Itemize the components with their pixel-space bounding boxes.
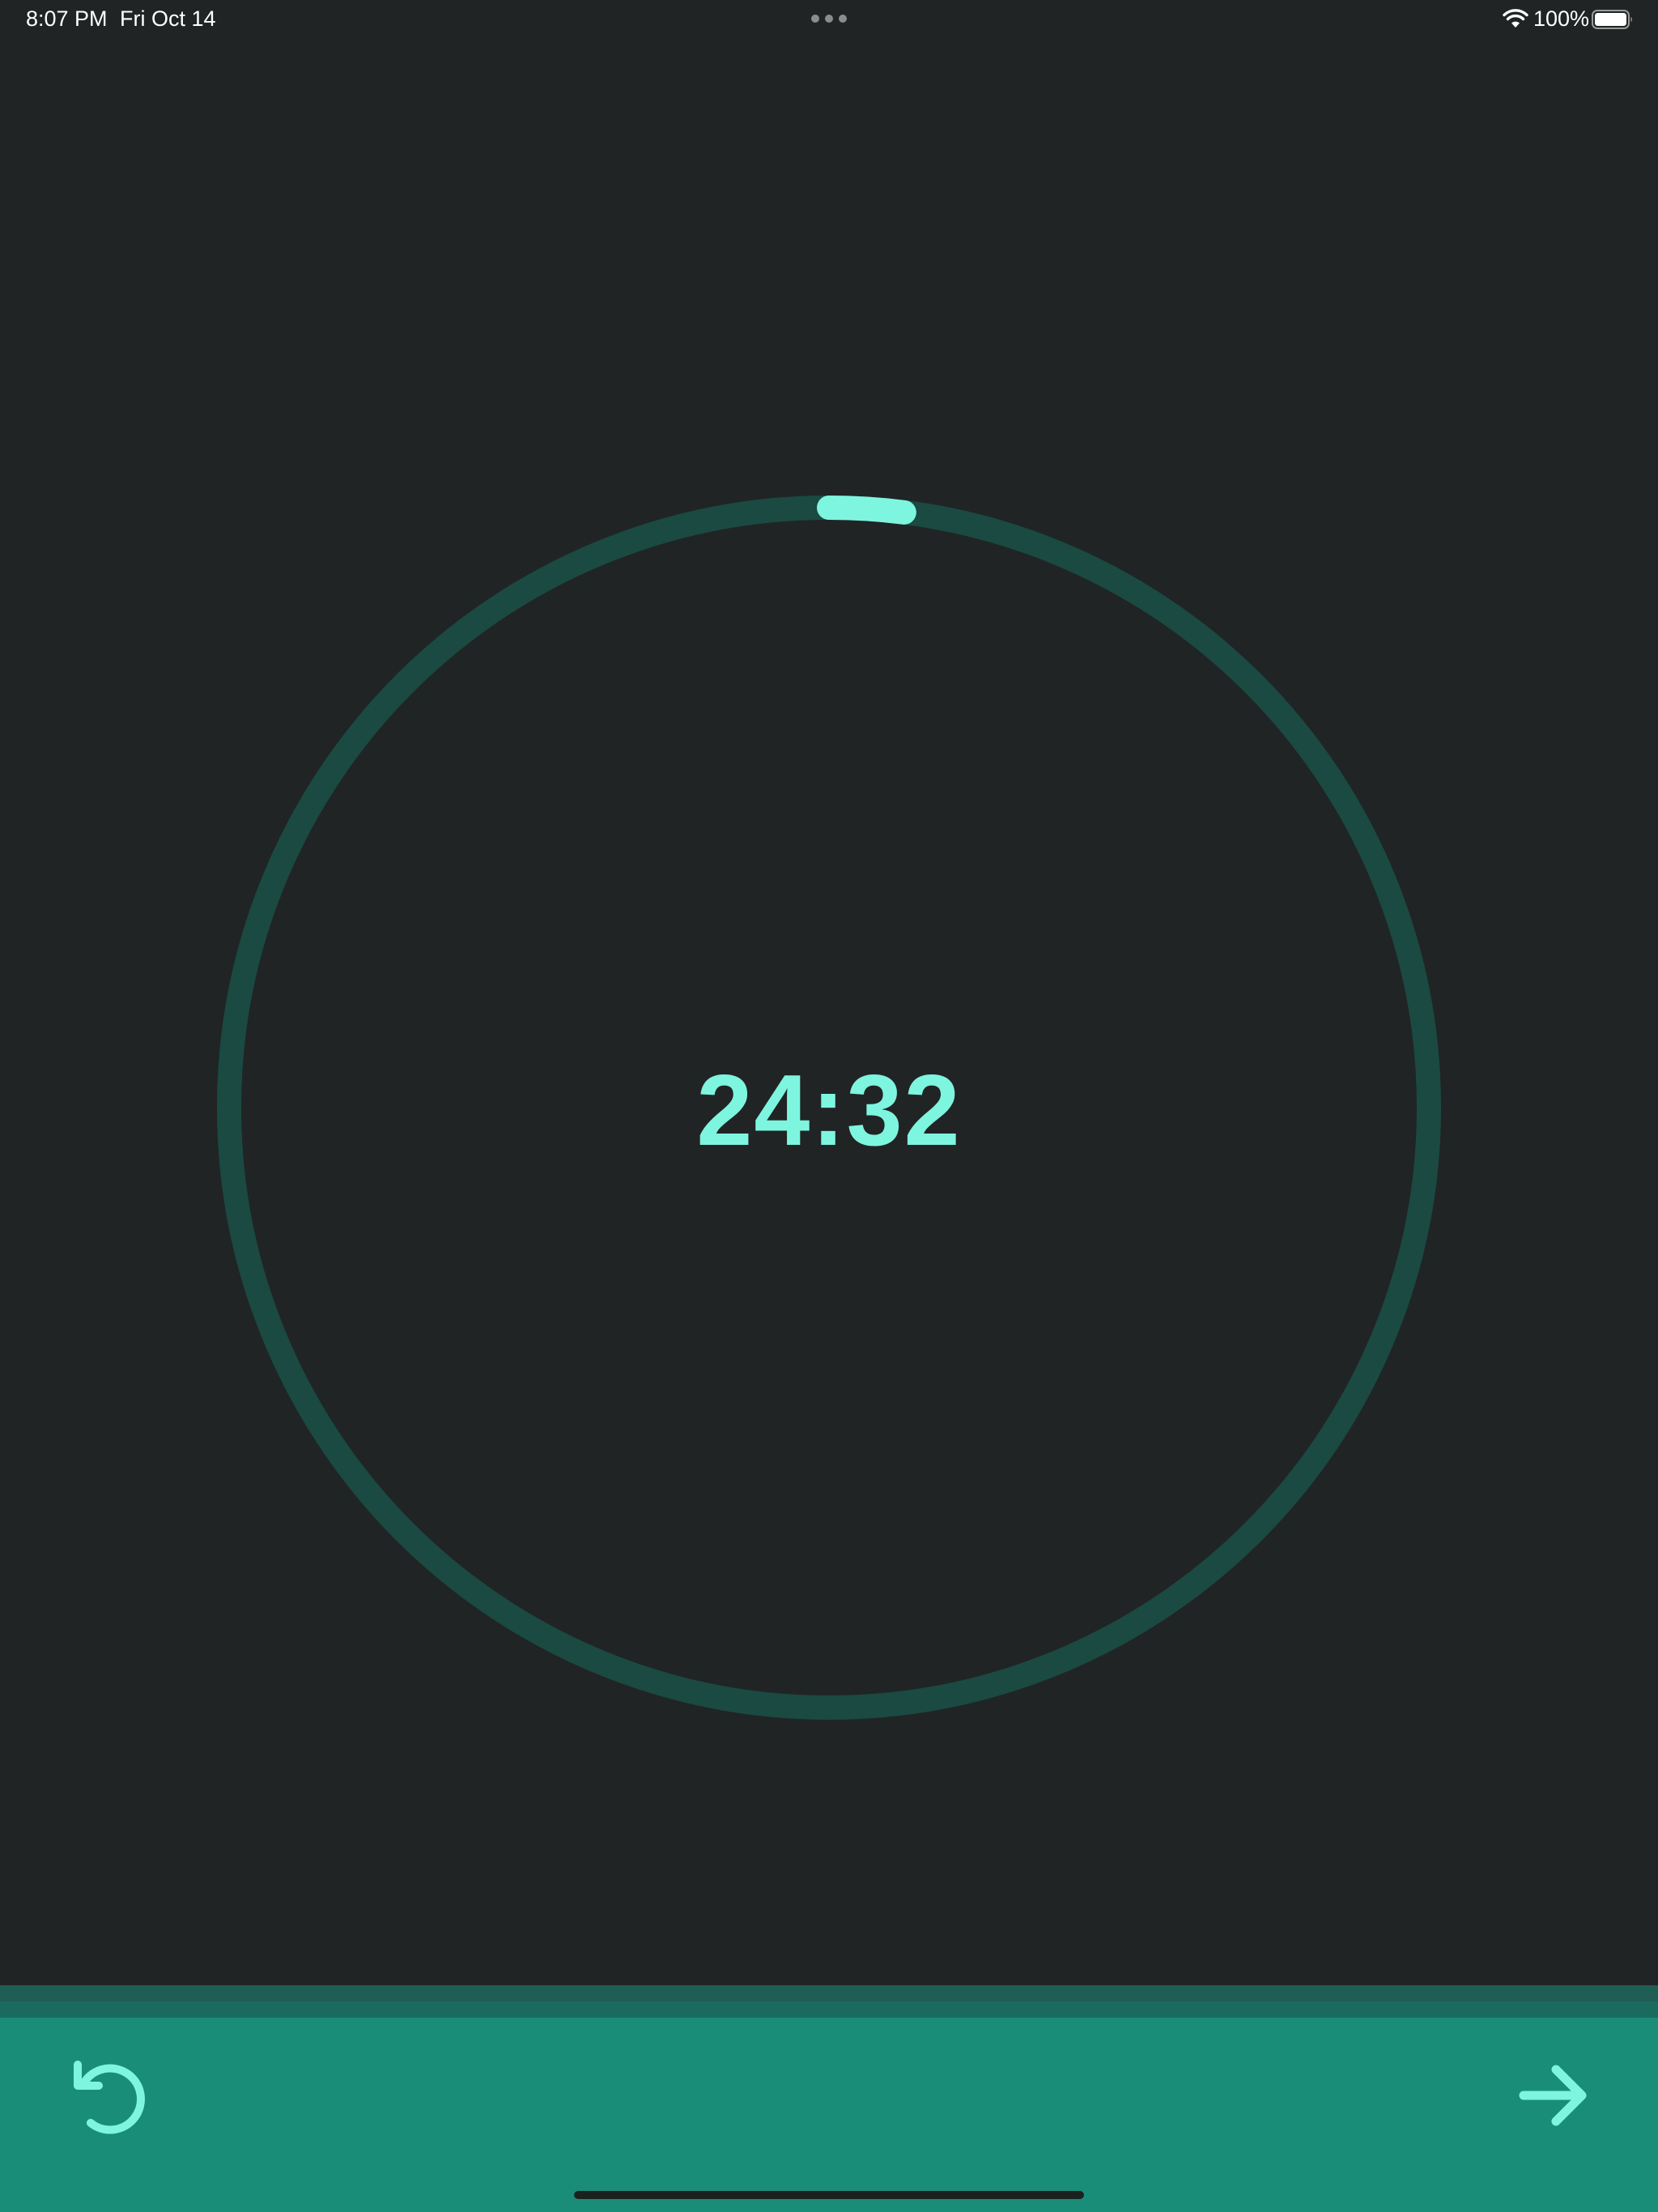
home-indicator[interactable] — [574, 2191, 1084, 2199]
reset-icon[interactable] — [70, 2055, 151, 2136]
multitask-dots-icon[interactable] — [811, 15, 848, 24]
wifi-icon — [1503, 9, 1528, 28]
bottom-divider — [0, 1985, 1658, 2001]
battery-icon — [1592, 10, 1632, 29]
battery-percent: 100% — [1533, 6, 1590, 31]
bottom-divider-secondary — [0, 2001, 1658, 2018]
timer-screen: 8:07 PM Fri Oct 14 100% 24:32 — [0, 0, 1658, 2212]
status-bar: 8:07 PM Fri Oct 14 100% — [0, 0, 1658, 39]
timer-countdown: 24:32 — [696, 1055, 962, 1167]
bottom-toolbar — [0, 2018, 1658, 2212]
arrow-right-icon[interactable] — [1512, 2055, 1593, 2136]
status-time: 8:07 PM — [26, 6, 108, 31]
status-date: Fri Oct 14 — [120, 6, 216, 31]
